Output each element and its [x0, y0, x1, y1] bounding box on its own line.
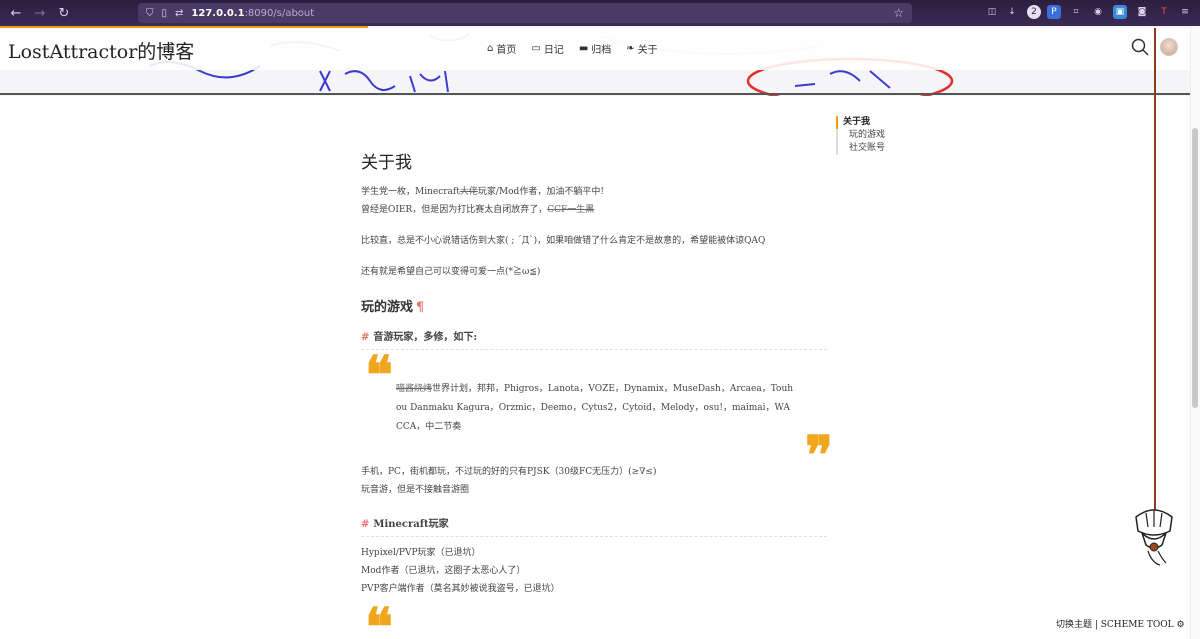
heading-text: 玩的游戏: [361, 300, 414, 315]
menu-item-archive[interactable]: ▬ 归档: [579, 41, 611, 56]
subheading-music: # 音游玩家，多修，如下:: [361, 328, 827, 350]
content-card: 关于我 学生党一枚，Minecraft大佬玩家/Mod作者，加油不躺平中! 曾经…: [0, 96, 1190, 639]
strike-text: 喵酱烧烤: [396, 384, 433, 394]
translate-icon[interactable]: P: [1047, 5, 1061, 19]
connection-icon[interactable]: ⇄: [175, 8, 183, 19]
url-path: :8090/s/about: [244, 7, 315, 19]
intro-text: 曾经是OIER，但是因为打比赛太自闭放弃了，: [361, 205, 548, 215]
heading-anchor[interactable]: #: [361, 519, 369, 530]
page-title: 关于我: [361, 153, 412, 173]
address-bar[interactable]: ⛉ ▯ ⇄ 127.0.0.1:8090/s/about ☆: [138, 3, 912, 23]
back-icon[interactable]: ←: [6, 3, 26, 23]
bookmark-star-icon[interactable]: ☆: [893, 6, 904, 20]
url-host: 127.0.0.1: [191, 7, 245, 19]
menu-item-label: 首页: [496, 45, 517, 56]
hanging-cat-icon[interactable]: [1132, 505, 1176, 567]
extension-badge-icon[interactable]: 2: [1027, 5, 1041, 19]
text-tool-icon[interactable]: T: [1157, 5, 1171, 19]
pilcrow-link[interactable]: ¶: [416, 300, 424, 315]
paragraph: Hypixel/PVP玩家（已退坑） Mod作者（已退坑，这圈子太恶心人了） P…: [361, 544, 560, 598]
paragraph: 还有就是希望自己可以变得可爱一点(*≧ω≦): [361, 267, 541, 277]
intro-paragraph: 学生党一枚，Minecraft大佬玩家/Mod作者，加油不躺平中! 曾经是OIE…: [361, 183, 604, 219]
menu-item-about[interactable]: ❧ 关于: [626, 41, 657, 56]
forward-icon[interactable]: →: [30, 3, 50, 23]
mascot-icon[interactable]: ◙: [1135, 5, 1149, 19]
site-title[interactable]: LostAttractor的博客: [8, 37, 194, 64]
open-quote-icon: ❝: [365, 597, 393, 639]
heading-text: 音游玩家，多修，如下:: [373, 332, 478, 343]
download-icon[interactable]: ↓: [1005, 5, 1019, 19]
blockquote: 喵酱烧烤世界计划，邦邦，Phigros，Lanota，VOZE，Dynamix，…: [396, 380, 794, 437]
menu-item-diary[interactable]: ▭ 日记: [531, 41, 563, 56]
strike-text: CCF一生黑: [547, 205, 595, 215]
cat-rope: [1154, 28, 1156, 516]
menu-item-label: 日记: [543, 45, 564, 56]
paragraph-line: PVP客户端作者（莫名其妙被说我盗号，已退坑）: [361, 584, 560, 594]
paragraph-line: 手机，PC，街机都玩，不过玩的好的只有PJSK（30级FC无压力）(≥∇≤): [361, 467, 657, 477]
intro-text: 玩家/Mod作者，加油不躺平中!: [477, 187, 604, 197]
table-of-contents: 关于我 玩的游戏 社交账号: [836, 116, 885, 155]
toc-item-games[interactable]: 玩的游戏: [843, 129, 885, 142]
avatar[interactable]: [1160, 38, 1178, 56]
paragraph-line: Hypixel/PVP玩家（已退坑）: [361, 548, 481, 558]
scrollbar-thumb[interactable]: [1192, 128, 1198, 408]
scheme-tool-button[interactable]: 切换主题 | SCHEME TOOL ⚙: [1056, 617, 1185, 630]
menu-item-home[interactable]: ⌂ 首页: [487, 41, 516, 56]
quote-text: 世界计划，邦邦，Phigros，Lanota，VOZE，Dynamix，Muse…: [396, 384, 794, 432]
open-quote-icon: ❝: [365, 345, 393, 406]
heading-anchor[interactable]: #: [361, 332, 369, 343]
subheading-minecraft: # Minecraft玩家: [361, 515, 827, 537]
crop-icon[interactable]: ⌗: [1069, 5, 1083, 19]
ghost-icon[interactable]: ◉: [1091, 5, 1105, 19]
screenshot-icon[interactable]: ▣: [1113, 5, 1127, 19]
calendar-icon: ▭: [531, 43, 541, 54]
menu-item-label: 归档: [591, 45, 612, 56]
shield-icon[interactable]: ⛉: [146, 8, 154, 19]
strike-text: 大佬: [459, 187, 478, 197]
menu-item-label: 关于: [637, 45, 658, 56]
main-menu: ⌂ 首页 ▭ 日记 ▬ 归档 ❧ 关于: [487, 41, 658, 56]
paragraph-line: 玩音游，但是不接触音游圈: [361, 485, 470, 495]
menu-icon[interactable]: ≡: [1178, 5, 1192, 19]
paragraph-line: Mod作者（已退坑，这圈子太恶心人了）: [361, 566, 526, 576]
close-quote-icon: ❞: [805, 425, 833, 486]
browser-toolbar: ← → ↻ ⛉ ▯ ⇄ 127.0.0.1:8090/s/about ☆ ◫ ↓…: [0, 0, 1200, 26]
pocket-icon[interactable]: ◫: [985, 5, 999, 19]
home-icon: ⌂: [487, 43, 494, 54]
site-header: LostAttractor的博客 ⌂ 首页 ▭ 日记 ▬ 归档 ❧ 关于: [0, 28, 1190, 70]
page-icon: ▯: [161, 7, 168, 19]
toc-item-about[interactable]: 关于我: [836, 116, 885, 129]
heading-text: Minecraft玩家: [373, 519, 449, 530]
archive-icon: ▬: [578, 43, 589, 54]
search-icon[interactable]: [1131, 38, 1149, 56]
intro-text: 学生党一枚，Minecraft: [361, 187, 460, 197]
leaf-icon: ❧: [626, 43, 635, 54]
reload-icon[interactable]: ↻: [54, 3, 74, 23]
paragraph: 手机，PC，街机都玩，不过玩的好的只有PJSK（30级FC无压力）(≥∇≤) 玩…: [361, 463, 656, 499]
section-heading-games: 玩的游戏 ¶: [361, 296, 424, 315]
paragraph: 比较直，总是不小心说错话伤到大家( ; ´Д`)，如果咱做错了什么肯定不是故意的…: [361, 236, 766, 246]
toc-item-social[interactable]: 社交账号: [843, 142, 885, 155]
